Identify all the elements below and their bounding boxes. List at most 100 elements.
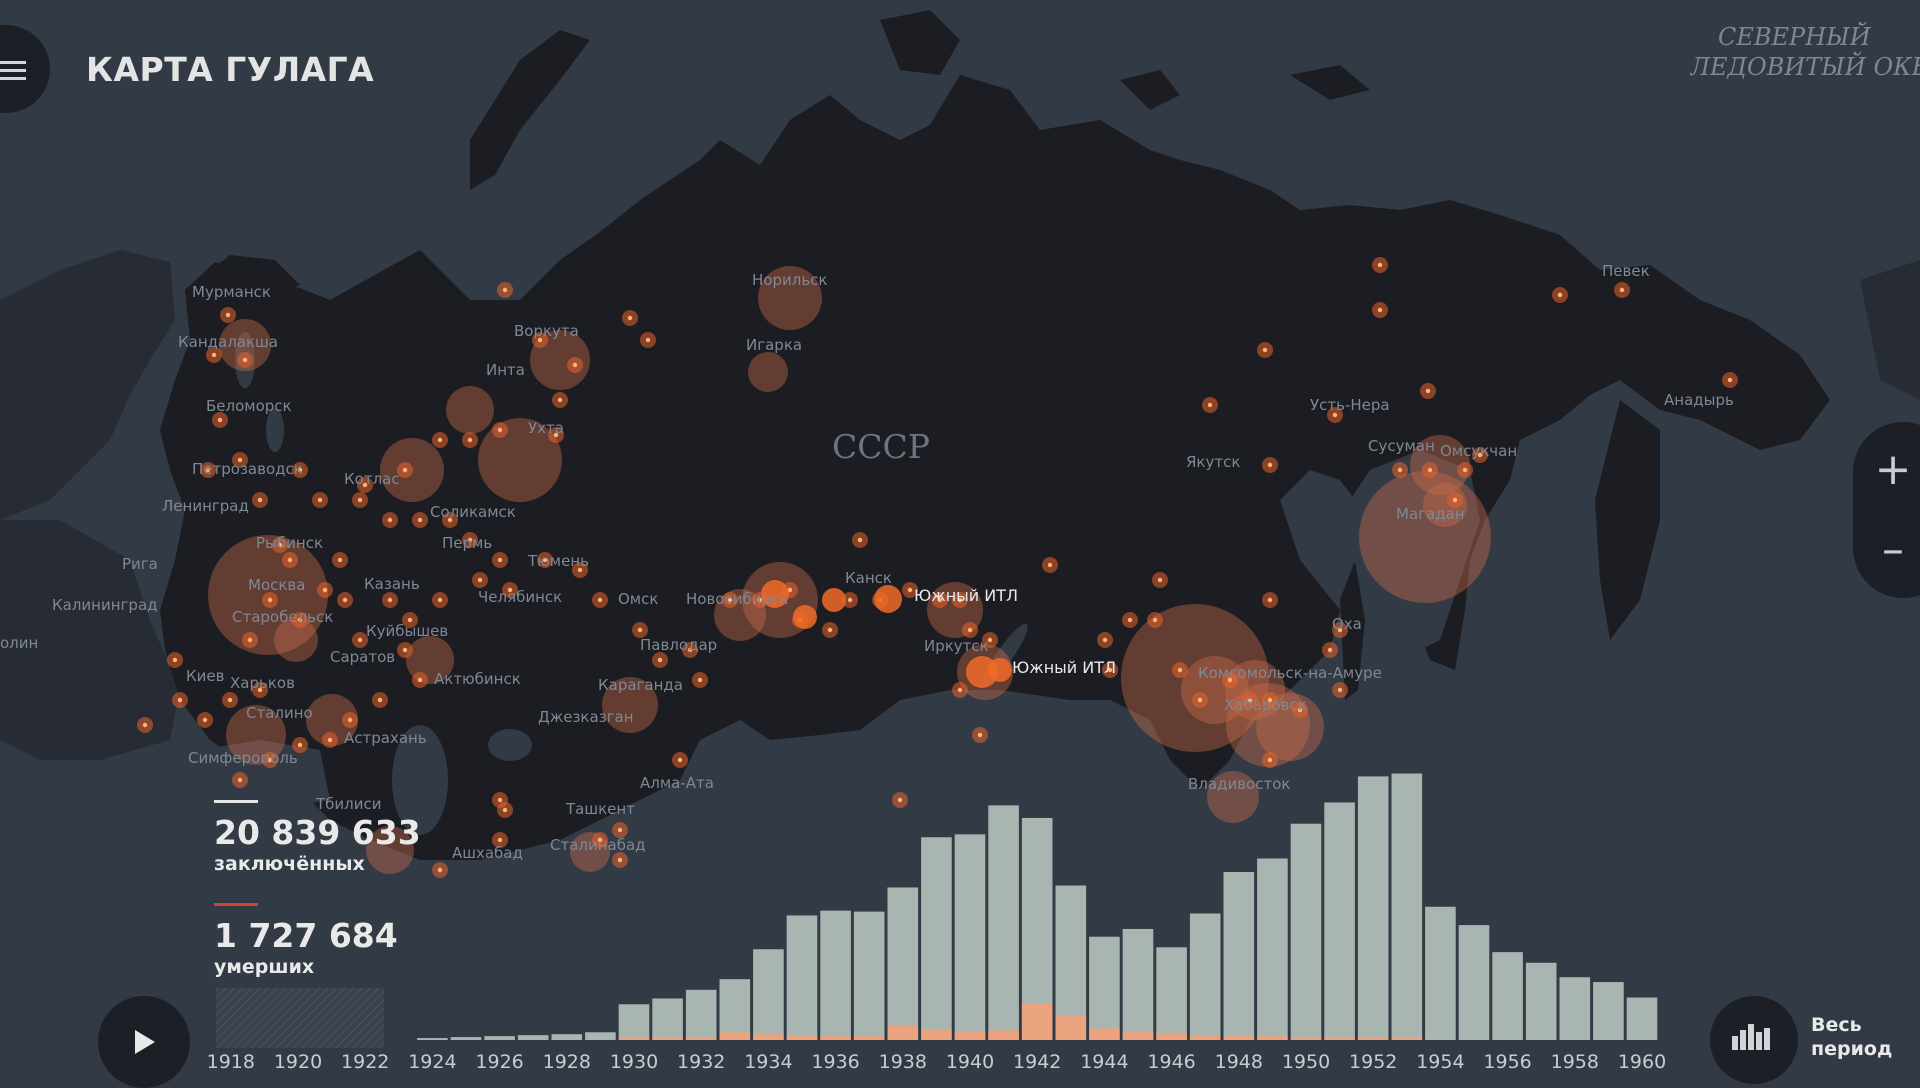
deaths-bar[interactable] — [652, 1037, 683, 1040]
deaths-bar[interactable] — [1290, 1037, 1322, 1040]
year-tick-label[interactable]: 1958 — [1551, 1051, 1599, 1073]
year-tick-label[interactable]: 1944 — [1080, 1051, 1128, 1073]
year-tick-label[interactable]: 1918 — [207, 1051, 255, 1073]
prisoners-bar[interactable] — [853, 911, 885, 1040]
deaths-bar[interactable] — [887, 1025, 919, 1040]
deaths-bar[interactable] — [1189, 1035, 1221, 1040]
prisoners-bar[interactable] — [1525, 962, 1557, 1040]
camp-marker[interactable] — [793, 605, 817, 629]
prisoners-bar[interactable] — [484, 1036, 515, 1040]
year-tick-label[interactable]: 1942 — [1013, 1051, 1061, 1073]
prisoners-bar[interactable] — [921, 837, 952, 1040]
deaths-bar[interactable] — [1458, 1039, 1490, 1040]
year-tick-label[interactable]: 1930 — [610, 1051, 658, 1073]
year-tick-label[interactable]: 1952 — [1349, 1051, 1397, 1073]
city-label: Рига — [122, 555, 158, 573]
deaths-bar[interactable] — [1391, 1037, 1423, 1040]
prisoners-bar[interactable] — [1189, 913, 1221, 1040]
year-tick-label[interactable]: 1928 — [543, 1051, 591, 1073]
prisoners-bar[interactable] — [1593, 982, 1624, 1040]
camp-marker-core — [657, 657, 663, 663]
camp-marker-core — [247, 637, 253, 643]
play-icon — [135, 1030, 155, 1054]
deaths-bar[interactable] — [1055, 1015, 1087, 1040]
camp-marker[interactable] — [822, 588, 846, 612]
camp-marker[interactable] — [988, 658, 1012, 682]
deaths-bar[interactable] — [618, 1037, 650, 1040]
year-tick-label[interactable]: 1922 — [341, 1051, 389, 1073]
year-tick-label[interactable]: 1950 — [1282, 1051, 1330, 1073]
prisoners-bar[interactable] — [887, 887, 919, 1040]
year-tick-label[interactable]: 1954 — [1416, 1051, 1464, 1073]
prisoners-bar[interactable] — [1425, 906, 1456, 1040]
year-tick-label[interactable]: 1946 — [1147, 1051, 1195, 1073]
year-tick-label[interactable]: 1934 — [744, 1051, 792, 1073]
plus-icon[interactable]: + — [1853, 430, 1920, 510]
prisoners-bar[interactable] — [786, 915, 818, 1040]
year-tick-label[interactable]: 1956 — [1483, 1051, 1531, 1073]
prisoners-bar[interactable] — [1559, 977, 1591, 1040]
year-tick-label[interactable]: 1960 — [1618, 1051, 1666, 1073]
prisoners-bar[interactable] — [820, 910, 851, 1040]
prisoners-bar[interactable] — [1626, 997, 1658, 1040]
deaths-bar[interactable] — [988, 1030, 1019, 1040]
camp-marker-core — [1337, 687, 1343, 693]
deaths-bar[interactable] — [1223, 1035, 1255, 1040]
deaths-bar[interactable] — [1425, 1039, 1456, 1040]
city-label: Анадырь — [1664, 391, 1734, 409]
prisoners-bar[interactable] — [1089, 936, 1120, 1040]
camp-marker-core — [297, 742, 303, 748]
minus-icon[interactable]: – — [1853, 510, 1920, 590]
prisoners-bar[interactable] — [1257, 858, 1288, 1040]
prisoners-bar[interactable] — [1492, 952, 1523, 1040]
deaths-bar[interactable] — [685, 1037, 717, 1040]
prisoners-bar[interactable] — [517, 1035, 549, 1040]
prisoners-bar[interactable] — [988, 805, 1019, 1040]
prisoners-bar[interactable] — [719, 979, 751, 1040]
prisoners-bar[interactable] — [585, 1032, 616, 1040]
prisoners-bar[interactable] — [1122, 928, 1154, 1040]
deaths-bar[interactable] — [853, 1036, 885, 1040]
prisoners-bar[interactable] — [1458, 925, 1490, 1040]
prisoners-bar[interactable] — [551, 1034, 583, 1040]
deaths-bar[interactable] — [1324, 1037, 1355, 1040]
year-tick-label[interactable]: 1938 — [879, 1051, 927, 1073]
deaths-bar[interactable] — [1089, 1028, 1120, 1040]
prisoners-bar[interactable] — [1391, 773, 1423, 1040]
year-tick-label[interactable]: 1926 — [475, 1051, 523, 1073]
full-period-button[interactable] — [1710, 996, 1798, 1084]
prisoners-bar[interactable] — [753, 949, 784, 1040]
prisoners-bar[interactable] — [1324, 802, 1355, 1040]
prisoners-bar[interactable] — [450, 1037, 482, 1040]
prisoners-bar[interactable] — [954, 834, 986, 1040]
prisoners-bar[interactable] — [1156, 947, 1187, 1040]
deaths-bar[interactable] — [719, 1032, 751, 1040]
prisoners-bar[interactable] — [618, 1004, 650, 1040]
year-tick-label[interactable]: 1936 — [811, 1051, 859, 1073]
deaths-bar[interactable] — [1156, 1033, 1187, 1040]
deaths-bar[interactable] — [786, 1035, 818, 1040]
city-label: Сусуман — [1368, 437, 1435, 455]
deaths-bar[interactable] — [820, 1036, 851, 1040]
play-button[interactable] — [98, 996, 190, 1088]
prisoners-bar[interactable] — [652, 998, 683, 1040]
year-tick-label[interactable]: 1932 — [677, 1051, 725, 1073]
prisoners-bar[interactable] — [1357, 776, 1389, 1040]
deaths-bar[interactable] — [1021, 1003, 1053, 1040]
year-tick-label[interactable]: 1940 — [946, 1051, 994, 1073]
prisoners-bar[interactable] — [1290, 823, 1322, 1040]
prisoners-bar[interactable] — [685, 989, 717, 1040]
deaths-bar[interactable] — [1257, 1036, 1288, 1040]
deaths-bar[interactable] — [1122, 1031, 1154, 1040]
year-tick-label[interactable]: 1924 — [408, 1051, 456, 1073]
year-tick-label[interactable]: 1948 — [1215, 1051, 1263, 1073]
prisoners-bar[interactable] — [1223, 872, 1255, 1040]
deaths-bar[interactable] — [921, 1029, 952, 1040]
prisoners-bar[interactable] — [417, 1038, 448, 1040]
camp-marker[interactable] — [874, 585, 902, 613]
deaths-bar[interactable] — [1357, 1037, 1389, 1040]
full-period-label[interactable]: Весь период — [1811, 1013, 1911, 1061]
deaths-bar[interactable] — [954, 1031, 986, 1040]
year-tick-label[interactable]: 1920 — [274, 1051, 322, 1073]
deaths-bar[interactable] — [753, 1034, 784, 1040]
